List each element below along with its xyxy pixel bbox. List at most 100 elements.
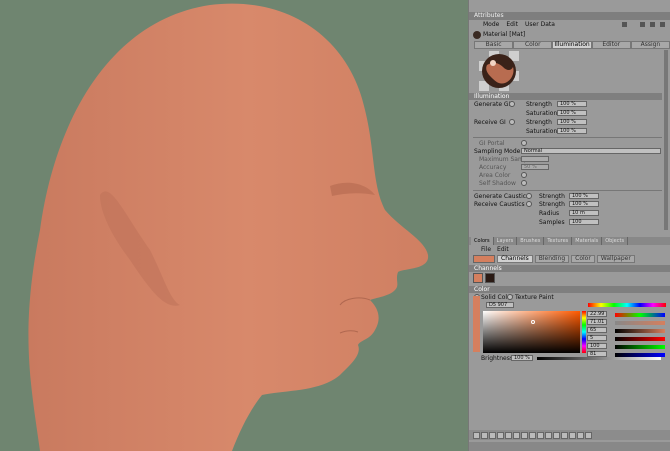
area-color-checkbox[interactable] xyxy=(521,172,527,178)
tool-icon[interactable] xyxy=(553,431,560,439)
slider-s[interactable] xyxy=(615,321,665,325)
receive-caustics-label: Receive Caustics xyxy=(474,201,525,208)
generate-gi-checkbox[interactable] xyxy=(509,101,515,107)
hue-strip[interactable] xyxy=(582,311,586,353)
tab-brushes[interactable]: Brushes xyxy=(517,237,545,245)
caustics-receive-strength-field[interactable]: 100 % xyxy=(569,201,599,207)
sampling-mode-select[interactable]: Normal xyxy=(521,148,661,154)
lower-panel-tabs: Colors Layers Brushes Textures Materials… xyxy=(469,237,670,245)
generate-saturation-label: Saturation xyxy=(526,110,558,117)
tab-materials[interactable]: Materials xyxy=(572,237,603,245)
generate-caustics-label: Generate Caustics xyxy=(474,193,530,200)
brightness-field[interactable]: 100 % xyxy=(511,355,533,361)
tool-icon[interactable] xyxy=(577,431,584,439)
receive-gi-checkbox[interactable] xyxy=(509,119,515,125)
tool-icon[interactable] xyxy=(505,431,512,439)
attributes-scrollbar[interactable] xyxy=(664,50,668,230)
generate-saturation-field[interactable]: 100 % xyxy=(557,110,587,116)
back-icon[interactable] xyxy=(640,22,645,27)
slider-h[interactable] xyxy=(615,313,665,317)
self-shadow-checkbox[interactable] xyxy=(521,180,527,186)
section-color: Color xyxy=(469,286,670,293)
hex-value-field[interactable]: D5 907 xyxy=(486,302,514,308)
slider-b[interactable] xyxy=(615,353,665,357)
menu-user-data[interactable]: User Data xyxy=(525,20,555,29)
receive-caustics-checkbox[interactable] xyxy=(526,201,532,207)
tool-icon[interactable] xyxy=(561,431,568,439)
slider-g[interactable] xyxy=(615,345,665,349)
tab-objects[interactable]: Objects xyxy=(602,237,629,245)
generate-strength-field[interactable]: 100 % xyxy=(557,101,587,107)
caustics-generate-strength-field[interactable]: 100 % xyxy=(569,193,599,199)
tab-illumination[interactable]: Illumination xyxy=(552,41,592,49)
tab-textures[interactable]: Textures xyxy=(544,237,573,245)
horizontal-scrollbar[interactable] xyxy=(469,442,670,451)
caustics-samples-field[interactable]: 100 xyxy=(569,219,599,225)
tab-layers[interactable]: Layers xyxy=(494,237,518,245)
accuracy-field[interactable]: 50 % xyxy=(521,164,549,170)
maximum-samples-field[interactable] xyxy=(521,156,549,162)
slider-r[interactable] xyxy=(615,337,665,341)
forward-icon[interactable] xyxy=(650,22,655,27)
color-picker-field[interactable] xyxy=(483,311,580,353)
section-channels: Channels xyxy=(469,265,670,272)
menu-edit[interactable]: Edit xyxy=(506,20,518,29)
tool-icon[interactable] xyxy=(473,431,480,439)
accuracy-label: Accuracy xyxy=(479,164,507,171)
menu-mode[interactable]: Mode xyxy=(483,20,499,29)
generate-caustics-checkbox[interactable] xyxy=(526,193,532,199)
tool-icon[interactable] xyxy=(481,431,488,439)
menu-file[interactable]: File xyxy=(481,246,491,254)
texture-paint-radio[interactable] xyxy=(507,294,513,300)
color-value-s[interactable]: 71.01 xyxy=(587,319,607,325)
menu-edit-lower[interactable]: Edit xyxy=(497,246,509,254)
selected-color-preview xyxy=(473,296,480,352)
brightness-slider[interactable] xyxy=(537,357,661,360)
tool-icon[interactable] xyxy=(537,431,544,439)
lower-menubar: File Edit xyxy=(469,246,670,254)
area-color-label: Area Color xyxy=(479,172,511,179)
channel-texture-thumb[interactable] xyxy=(485,273,495,283)
caustics-receive-strength-label: Strength xyxy=(539,201,565,208)
color-value-h[interactable]: 22.99 xyxy=(587,311,607,317)
slider-v[interactable] xyxy=(615,329,665,333)
subtab-color[interactable]: Color xyxy=(571,255,595,263)
tab-assign[interactable]: Assign xyxy=(630,41,670,49)
subtab-wallpaper[interactable]: Wallpaper xyxy=(596,255,635,263)
tool-icon[interactable] xyxy=(545,431,552,439)
generate-gi-label: Generate GI xyxy=(474,101,511,108)
self-shadow-label: Self Shadow xyxy=(479,180,516,187)
settings-icon[interactable] xyxy=(660,22,665,27)
tool-icon[interactable] xyxy=(513,431,520,439)
caustics-generate-strength-label: Strength xyxy=(539,193,565,200)
color-picker-cursor[interactable] xyxy=(531,320,535,324)
tab-colors[interactable]: Colors xyxy=(471,237,494,245)
tool-icon[interactable] xyxy=(521,431,528,439)
color-value-r[interactable]: 5 xyxy=(587,335,607,341)
tool-icon[interactable] xyxy=(529,431,536,439)
color-spectrum-bar[interactable] xyxy=(588,303,666,307)
color-value-v[interactable]: 65 xyxy=(587,327,607,333)
receive-strength-field[interactable]: 100 % xyxy=(557,119,587,125)
tool-icon[interactable] xyxy=(497,431,504,439)
3d-viewport[interactable] xyxy=(0,0,468,451)
receive-saturation-field[interactable]: 100 % xyxy=(557,128,587,134)
subtab-blending[interactable]: Blending xyxy=(534,255,570,263)
tab-basic[interactable]: Basic xyxy=(474,41,514,49)
lock-icon[interactable] xyxy=(622,22,627,27)
divider xyxy=(473,137,662,138)
tab-color[interactable]: Color xyxy=(513,41,553,49)
caustics-radius-field[interactable]: 10 m xyxy=(569,210,599,216)
tab-editor[interactable]: Editor xyxy=(591,41,631,49)
material-name: Material [Mat] xyxy=(483,31,526,38)
tool-icon[interactable] xyxy=(569,431,576,439)
current-color-swatch[interactable] xyxy=(473,255,495,263)
tool-icon[interactable] xyxy=(489,431,496,439)
channel-color-thumb[interactable] xyxy=(473,273,483,283)
panel-title: Attributes xyxy=(469,12,670,20)
section-illumination: Illumination xyxy=(469,93,662,100)
gi-portal-checkbox[interactable] xyxy=(521,140,527,146)
subtab-channels[interactable]: Channels xyxy=(497,255,533,263)
tool-icon[interactable] xyxy=(585,431,592,439)
color-value-g[interactable]: 100 xyxy=(587,343,607,349)
